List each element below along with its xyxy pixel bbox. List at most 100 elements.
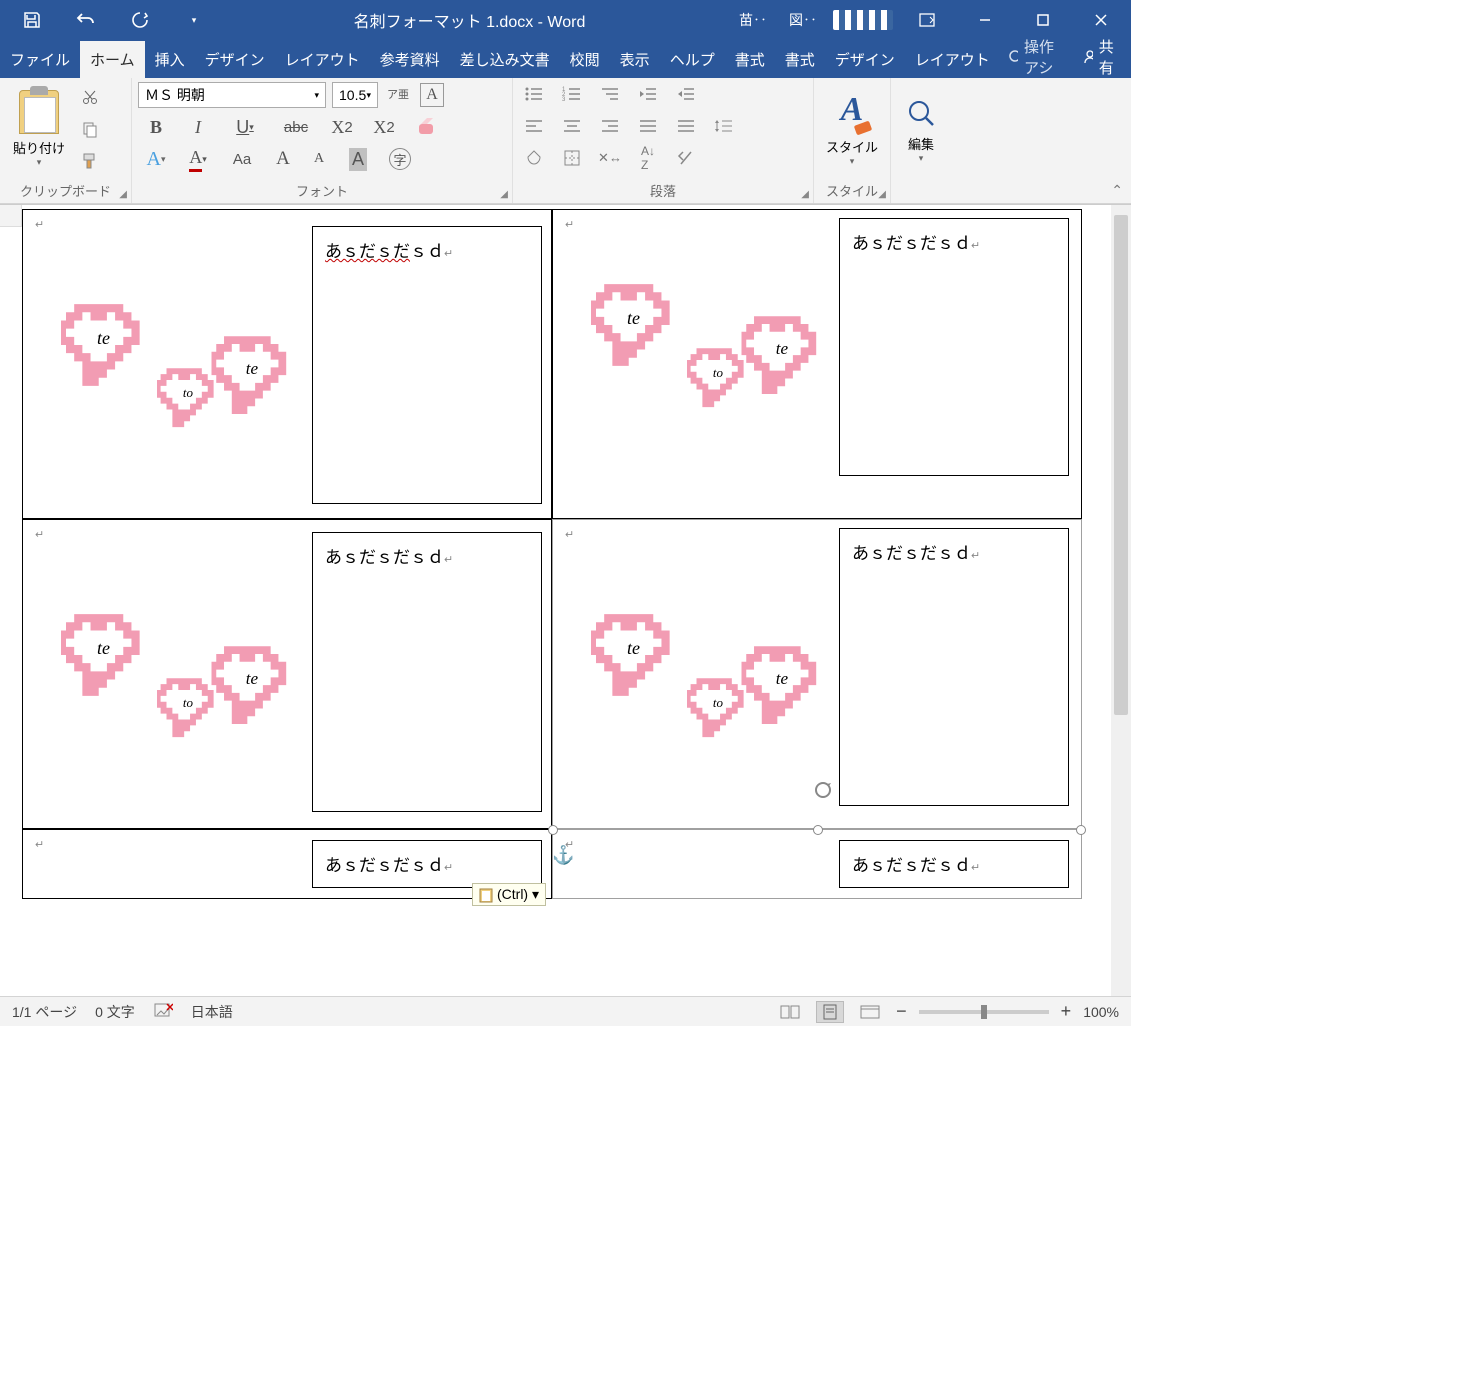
card-cell[interactable]: ↵ あｓだｓだｓｄ↵ te te to <box>22 519 552 829</box>
maximize-button[interactable] <box>1019 0 1067 40</box>
thumb-label-2[interactable]: 図‥ <box>789 10 817 30</box>
card-cell[interactable]: ↵ あｓだｓだｓｄ↵ te te to <box>22 209 552 519</box>
card-cell[interactable]: ↵ あｓだｓだｓｄ↵ te te to <box>552 209 1082 519</box>
align-center-button[interactable] <box>557 114 587 138</box>
print-layout-button[interactable] <box>816 1001 844 1023</box>
sort-button[interactable]: A↓Z <box>633 146 663 170</box>
superscript-button[interactable]: X2 <box>366 114 402 140</box>
vertical-scrollbar[interactable] <box>1111 205 1131 996</box>
underline-button[interactable]: U ▾ <box>222 114 268 140</box>
grow-font-button[interactable]: A <box>268 146 298 172</box>
text-box[interactable]: あｓだｓだｓｄ↵ <box>312 532 542 812</box>
paragraph-launcher[interactable]: ◢ <box>801 189 809 200</box>
qat-more-icon[interactable]: ▾ <box>182 8 206 32</box>
text-effects-button[interactable]: A▾ <box>138 146 174 172</box>
multilevel-list-button[interactable] <box>595 82 625 106</box>
increase-indent-button[interactable] <box>671 82 701 106</box>
thumb-label-1[interactable]: 苗‥ <box>739 10 767 30</box>
distributed-button[interactable] <box>671 114 701 138</box>
tab-file[interactable]: ファイル <box>0 41 80 78</box>
zoom-out-button[interactable]: − <box>896 1001 907 1022</box>
spell-check-icon[interactable] <box>153 1001 173 1022</box>
asian-layout-button[interactable]: ✕↔ <box>595 146 625 170</box>
share-button[interactable]: 共有 <box>1070 36 1131 78</box>
phonetic-guide-button[interactable]: ア亜 <box>384 82 412 108</box>
selection-handle[interactable] <box>813 825 823 835</box>
web-layout-button[interactable] <box>856 1001 884 1023</box>
tab-layout[interactable]: レイアウト <box>275 41 370 78</box>
read-mode-button[interactable] <box>776 1001 804 1023</box>
char-border-button[interactable]: A <box>418 82 446 108</box>
tab-ctx-layout[interactable]: レイアウト <box>905 41 1000 78</box>
strikethrough-button[interactable]: abc <box>274 114 318 140</box>
scroll-thumb[interactable] <box>1114 215 1128 715</box>
account-thumb[interactable] <box>833 10 893 30</box>
format-painter-button[interactable] <box>78 149 102 173</box>
minimize-button[interactable] <box>961 0 1009 40</box>
bold-button[interactable]: B <box>138 114 174 140</box>
highlight-button[interactable]: A <box>340 146 376 172</box>
tab-format-2[interactable]: 書式 <box>775 41 825 78</box>
font-name-combo[interactable]: ＭＳ 明朝▾ <box>138 82 326 108</box>
word-count[interactable]: 0 文字 <box>95 1002 135 1022</box>
close-button[interactable] <box>1077 0 1125 40</box>
tab-references[interactable]: 参考資料 <box>370 41 450 78</box>
selection-handle[interactable] <box>1076 825 1086 835</box>
tab-review[interactable]: 校閲 <box>560 41 610 78</box>
tell-me-search[interactable]: 操作アシ <box>1000 36 1070 78</box>
tab-help[interactable]: ヘルプ <box>660 41 725 78</box>
styles-launcher[interactable]: ◢ <box>878 189 886 200</box>
ribbon-display-icon[interactable] <box>903 0 951 40</box>
styles-gallery-button[interactable]: A スタイル ▾ <box>814 78 890 179</box>
italic-button[interactable]: I <box>180 114 216 140</box>
align-left-button[interactable] <box>519 114 549 138</box>
collapse-ribbon-button[interactable]: ⌃ <box>1111 182 1123 199</box>
redo-icon[interactable] <box>128 8 152 32</box>
enclose-char-button[interactable]: 字 <box>382 146 418 172</box>
text-box[interactable]: あｓだｓだｓｄ↵ <box>839 528 1069 806</box>
bullets-button[interactable] <box>519 82 549 106</box>
tab-view[interactable]: 表示 <box>610 41 660 78</box>
shading-button[interactable] <box>519 146 549 170</box>
align-right-button[interactable] <box>595 114 625 138</box>
card-cell-selected[interactable]: ↵ あｓだｓだｓｄ↵ te te to <box>552 519 1082 829</box>
show-marks-button[interactable] <box>671 146 701 170</box>
justify-button[interactable] <box>633 114 663 138</box>
text-box[interactable]: あｓだｓだｓｄ↵ <box>312 840 542 888</box>
zoom-level[interactable]: 100% <box>1083 1004 1119 1020</box>
font-color-button[interactable]: A▾ <box>180 146 216 172</box>
editing-button[interactable]: 編集 ▾ <box>891 78 951 183</box>
clear-format-button[interactable] <box>408 114 444 140</box>
document-canvas[interactable]: ↵ あｓだｓだｓｄ↵ te te to ↵ あｓだｓだｓｄ↵ te te to <box>22 209 1111 996</box>
clipboard-launcher[interactable]: ◢ <box>119 189 127 200</box>
page-indicator[interactable]: 1/1 ページ <box>12 1002 77 1022</box>
undo-icon[interactable] <box>74 8 98 32</box>
shrink-font-button[interactable]: A <box>304 146 334 172</box>
text-box[interactable]: あｓだｓだｓｄ↵ <box>312 226 542 504</box>
text-box[interactable]: あｓだｓだｓｄ↵ <box>839 840 1069 888</box>
cut-button[interactable] <box>78 85 102 109</box>
numbering-button[interactable]: 123 <box>557 82 587 106</box>
zoom-slider[interactable] <box>919 1010 1049 1014</box>
subscript-button[interactable]: X2 <box>324 114 360 140</box>
tab-ctx-design[interactable]: デザイン <box>825 41 905 78</box>
text-box[interactable]: あｓだｓだｓｄ↵ <box>839 218 1069 476</box>
document-area[interactable]: ↵ あｓだｓだｓｄ↵ te te to ↵ あｓだｓだｓｄ↵ te te to <box>0 204 1131 996</box>
selection-handle[interactable] <box>548 825 558 835</box>
line-spacing-button[interactable] <box>709 114 739 138</box>
tab-insert[interactable]: 挿入 <box>145 41 195 78</box>
language-indicator[interactable]: 日本語 <box>191 1002 233 1022</box>
anchor-icon[interactable]: ⚓ <box>552 845 574 866</box>
font-size-combo[interactable]: 10.5▾ <box>332 82 378 108</box>
zoom-in-button[interactable]: + <box>1061 1001 1072 1022</box>
change-case-button[interactable]: Aa <box>222 146 262 172</box>
font-launcher[interactable]: ◢ <box>500 189 508 200</box>
paste-options-button[interactable]: (Ctrl) ▾ <box>472 883 546 906</box>
tab-mailings[interactable]: 差し込み文書 <box>450 41 560 78</box>
rotate-handle[interactable] <box>813 780 833 800</box>
paste-button[interactable]: 貼り付け ▾ <box>6 82 72 175</box>
decrease-indent-button[interactable] <box>633 82 663 106</box>
tab-format-1[interactable]: 書式 <box>725 41 775 78</box>
save-icon[interactable] <box>20 8 44 32</box>
card-cell[interactable]: ↵ あｓだｓだｓｄ↵ <box>552 829 1082 899</box>
